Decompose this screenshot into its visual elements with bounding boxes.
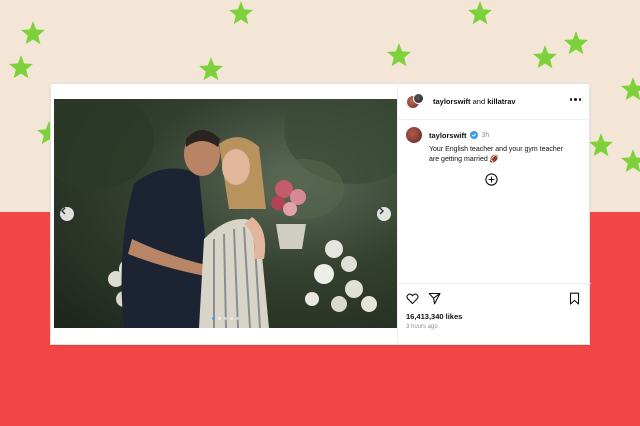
instagram-post-card: taylorswift and killatrav taylorswift 3h… <box>50 83 591 345</box>
owner-joiner: and <box>472 97 486 106</box>
star-decoration <box>228 0 254 26</box>
add-comment-button[interactable] <box>485 173 498 186</box>
carousel-dot <box>236 317 239 320</box>
owner-link[interactable]: killatrav <box>487 97 515 106</box>
post-sidebar: taylorswift and killatrav taylorswift 3h… <box>397 84 591 345</box>
likes-count[interactable]: 16,413,340 likes <box>406 312 462 321</box>
more-horizontal-icon <box>578 98 581 101</box>
star-decoration <box>20 20 46 46</box>
star-decoration <box>588 132 614 158</box>
star-decoration <box>620 148 640 174</box>
caption-time: 3h <box>481 131 490 139</box>
more-horizontal-icon <box>574 98 577 101</box>
star-decoration <box>467 0 493 26</box>
star-decoration <box>8 54 34 80</box>
star-decoration <box>620 76 640 102</box>
verified-badge-icon <box>469 131 478 139</box>
star-decoration <box>386 42 412 68</box>
heart-icon[interactable] <box>406 292 419 305</box>
more-horizontal-icon <box>569 98 572 101</box>
post-owners: taylorswift and killatrav <box>433 97 516 106</box>
collab-avatars[interactable] <box>406 92 426 111</box>
star-decoration <box>563 30 589 56</box>
chevron-right-icon <box>379 207 384 215</box>
more-options-button[interactable] <box>569 98 581 101</box>
bookmark-icon <box>569 292 580 305</box>
carousel-next-button[interactable] <box>377 207 391 221</box>
avatar[interactable] <box>406 127 422 143</box>
carousel-prev-button[interactable] <box>60 207 74 221</box>
send-icon[interactable] <box>428 292 441 305</box>
carousel-dot <box>224 317 227 320</box>
post-caption: taylorswift 3h Your English teacher and … <box>406 127 584 165</box>
post-photo <box>54 99 397 328</box>
owner-link[interactable]: taylorswift <box>433 97 471 106</box>
post-timestamp: 3 hours ago <box>406 324 438 330</box>
carousel-dot <box>230 317 233 320</box>
avatar <box>413 92 424 104</box>
post-header: taylorswift and killatrav <box>398 84 591 120</box>
carousel-dot <box>218 317 221 320</box>
save-button[interactable] <box>568 292 581 305</box>
couple-photo-illustration <box>54 99 397 328</box>
caption-username[interactable]: taylorswift <box>429 131 467 140</box>
caption-text: Your English teacher and your gym teache… <box>429 146 563 163</box>
plus-circle-icon <box>485 173 498 186</box>
carousel-dot <box>212 317 215 320</box>
star-decoration <box>532 44 558 70</box>
chevron-left-icon <box>61 207 66 215</box>
star-decoration <box>198 56 224 82</box>
carousel-indicator <box>54 317 397 320</box>
post-actions: 16,413,340 likes 3 hours ago <box>398 283 591 345</box>
